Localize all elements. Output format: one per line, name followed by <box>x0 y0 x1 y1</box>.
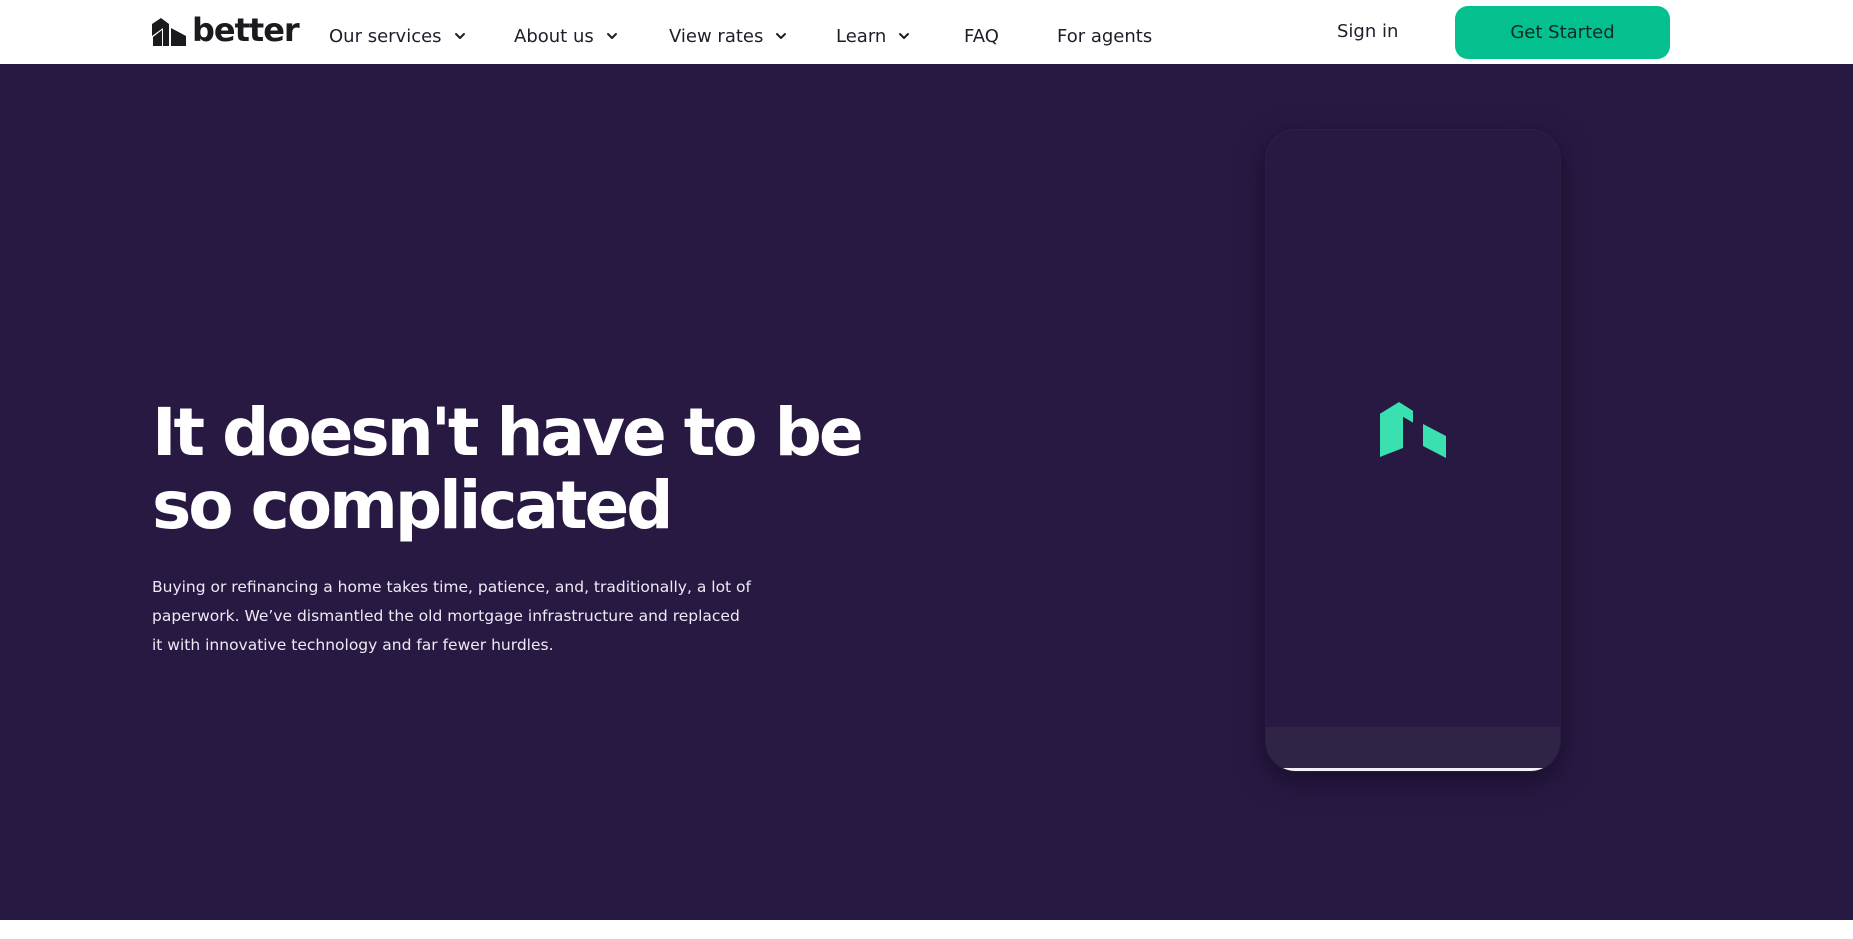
below-fold-section <box>0 920 1853 939</box>
sign-in-link[interactable]: Sign in <box>1337 19 1398 45</box>
site-header: better Our services About us View rates … <box>0 0 1853 64</box>
phone-bottom-bar <box>1266 727 1560 771</box>
nav-label: About us <box>514 26 594 47</box>
hero-title: It doesn't have to be so complicated <box>152 394 864 544</box>
nav-view-rates[interactable]: View rates <box>669 24 787 50</box>
nav-label: FAQ <box>964 26 999 47</box>
nav-for-agents[interactable]: For agents <box>1057 24 1152 50</box>
nav-label: View rates <box>669 26 764 47</box>
hero-section: It doesn't have to be so complicated Buy… <box>0 64 1853 920</box>
brand-logo[interactable]: better <box>152 11 300 49</box>
nav-about-us[interactable]: About us <box>514 24 618 50</box>
nav-label: Learn <box>836 26 887 47</box>
brand-name: better <box>192 11 300 49</box>
nav-label: Our services <box>329 26 442 47</box>
chevron-down-icon <box>899 33 910 39</box>
phone-base-line <box>1266 768 1560 771</box>
chevron-down-icon <box>454 33 465 39</box>
phone-mockup <box>1266 130 1560 771</box>
nav-faq[interactable]: FAQ <box>964 24 999 50</box>
house-logo-icon <box>1380 402 1446 458</box>
get-started-button[interactable]: Get Started <box>1455 6 1670 59</box>
chevron-down-icon <box>606 33 617 39</box>
hero-description: Buying or refinancing a home takes time,… <box>152 578 751 654</box>
nav-label: For agents <box>1057 26 1153 47</box>
nav-learn[interactable]: Learn <box>836 24 910 50</box>
chevron-down-icon <box>776 33 787 39</box>
house-logo-icon <box>152 18 186 46</box>
nav-our-services[interactable]: Our services <box>329 24 466 50</box>
